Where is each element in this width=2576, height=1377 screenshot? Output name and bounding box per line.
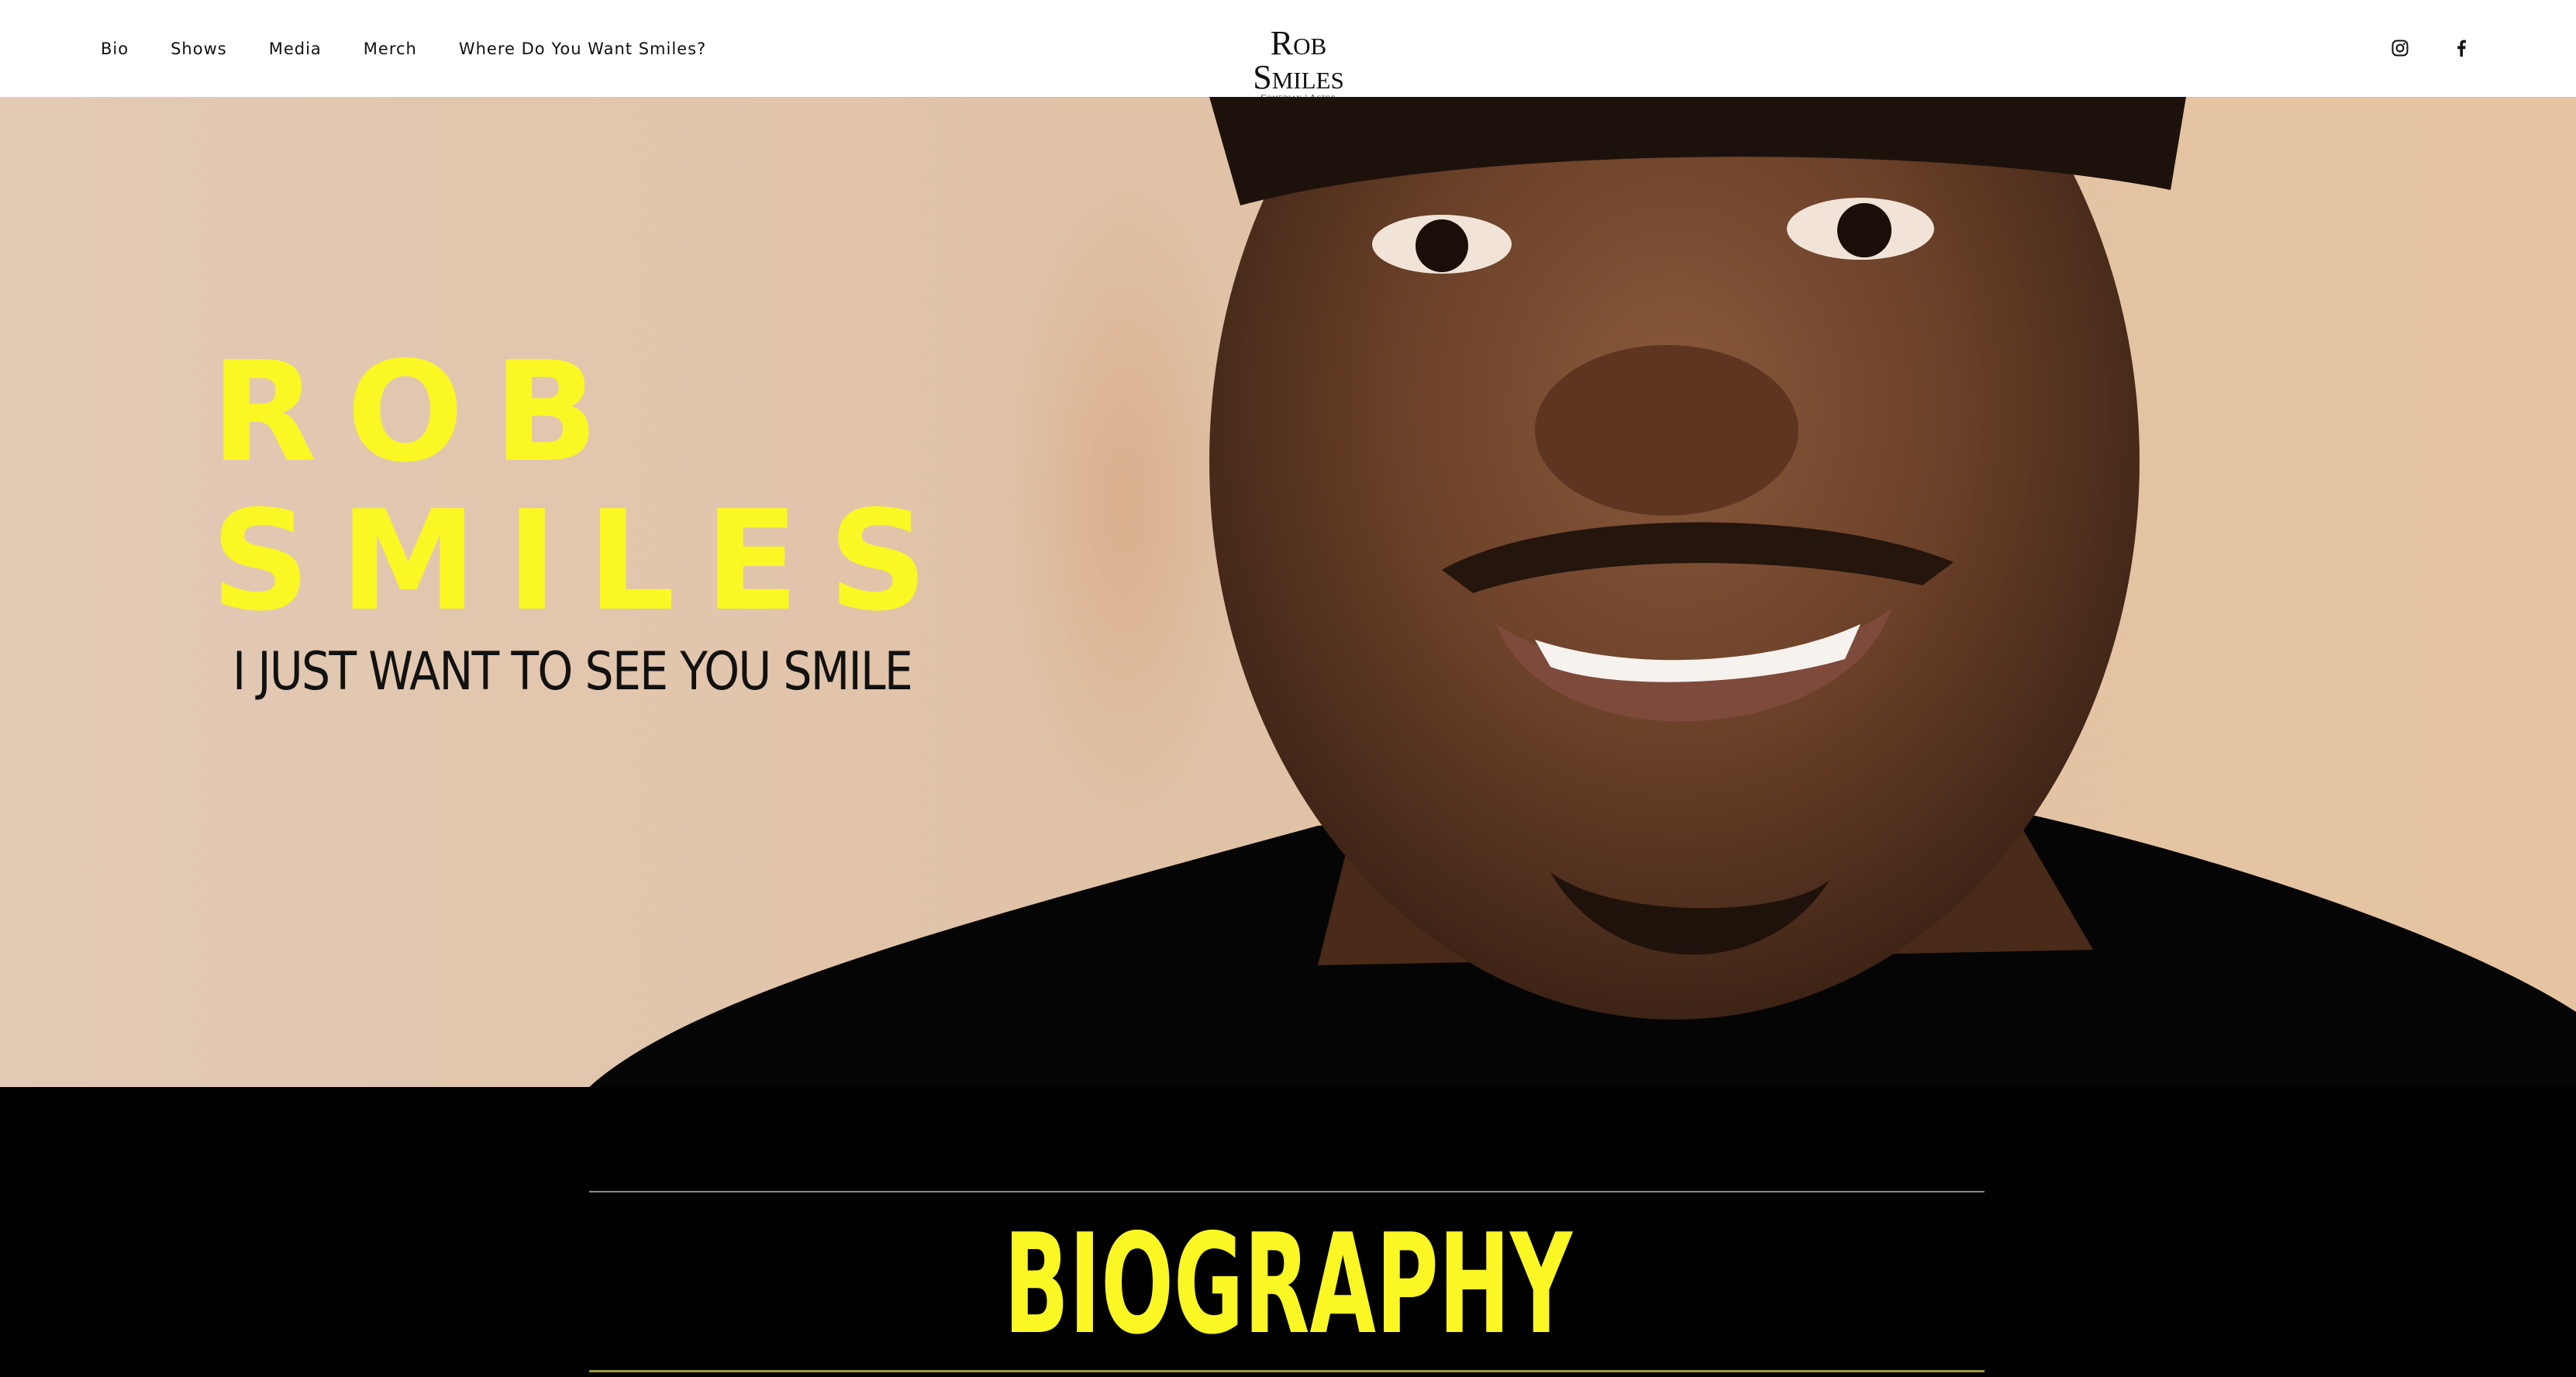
instagram-link[interactable] (2386, 34, 2414, 62)
hero-title-rob: ROB (211, 332, 629, 492)
hero-tagline: I JUST WANT TO SEE YOU SMILE (233, 641, 913, 702)
biography-bottom-divider (589, 1370, 1985, 1372)
main-nav: Bio Shows Media Merch Where Do You Want … (101, 0, 748, 97)
facebook-link[interactable] (2447, 34, 2475, 62)
nav-item-where-do-you-want-smiles[interactable]: Where Do You Want Smiles? (459, 40, 706, 58)
instagram-icon (2392, 40, 2409, 57)
nav-item-shows[interactable]: Shows (171, 40, 227, 58)
nav-item-merch[interactable]: Merch (364, 40, 417, 58)
site-header: Bio Shows Media Merch Where Do You Want … (0, 0, 2576, 102)
nav-item-media[interactable]: Media (269, 40, 322, 58)
logo-title: Rob Smiles (1253, 24, 1344, 96)
hero-title-smiles: SMILES (211, 481, 957, 641)
hero-section: ROB SMILES I JUST WANT TO SEE YOU SMILE (0, 97, 2576, 1087)
nav-item-bio[interactable]: Bio (101, 40, 129, 58)
biography-top-divider (589, 1191, 1985, 1192)
facebook-icon (2457, 40, 2466, 57)
biography-heading: BIOGRAPHY (1003, 1204, 1573, 1365)
biography-section: BIOGRAPHY (0, 1087, 2576, 1377)
site-logo[interactable]: Rob Smiles Comedian | Actor (1233, 24, 1364, 103)
